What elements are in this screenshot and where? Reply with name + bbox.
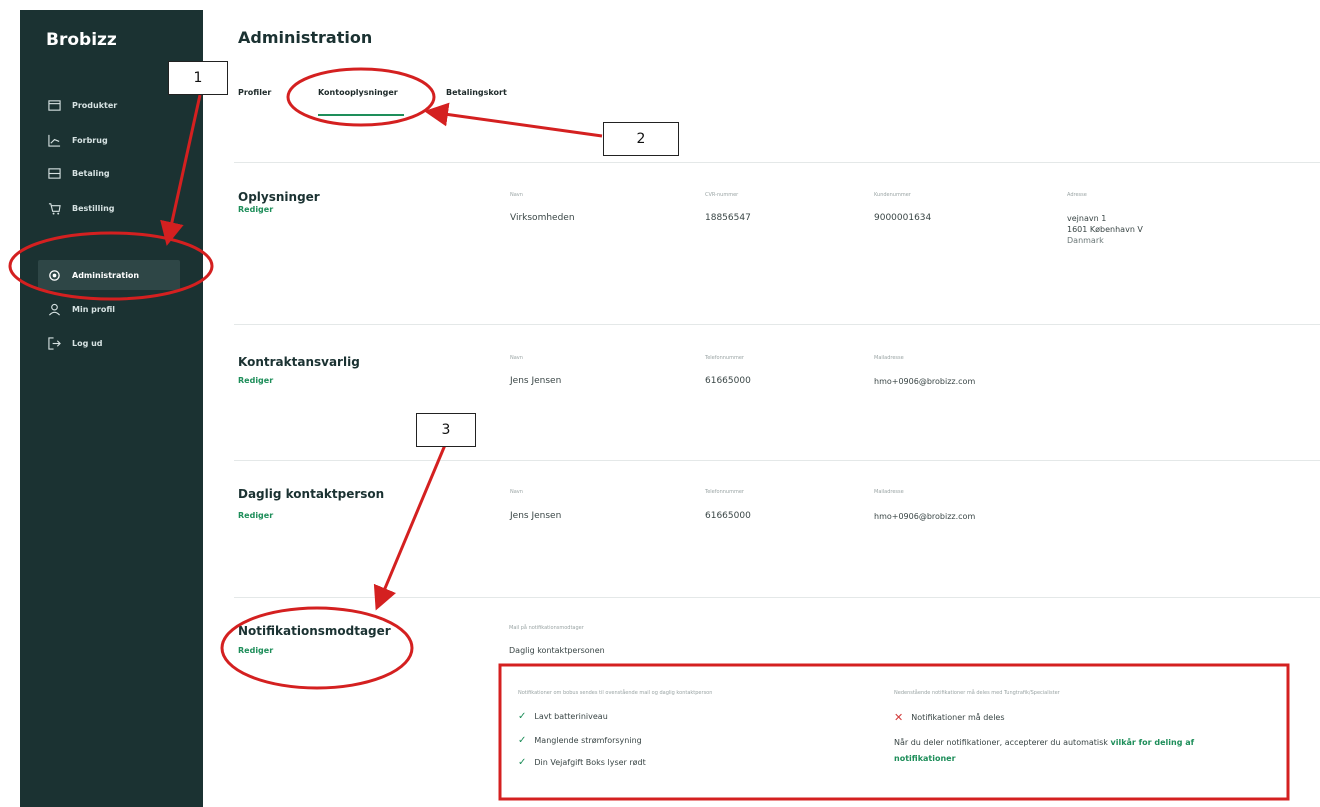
- field-value: 18856547: [705, 213, 751, 223]
- sidebar-item-label: Forbrug: [72, 135, 108, 145]
- notification-item-label: Din Vejafgift Boks lyser rødt: [534, 758, 646, 767]
- sidebar-item-label: Log ud: [72, 338, 103, 348]
- divider: [234, 324, 1320, 325]
- tab-kontooplysninger[interactable]: Kontooplysninger: [318, 88, 398, 97]
- field-value: 61665000: [705, 376, 751, 386]
- notification-item-label: Lavt batteriniveau: [534, 712, 608, 721]
- mail-recipient-value: Daglig kontaktpersonen: [509, 646, 605, 655]
- field-label: Kundenummer: [874, 192, 911, 198]
- address-line: vejnavn 1: [1067, 214, 1107, 223]
- edit-kontraktansvarlig-link[interactable]: Rediger: [238, 376, 273, 385]
- cart-icon: [46, 200, 62, 216]
- wallet-icon: [46, 165, 62, 181]
- sidebar-item-label: Produkter: [72, 100, 118, 110]
- address-line: 1601 København V: [1067, 225, 1143, 234]
- sidebar: Brobizz Produkter Forbrug Betaling Besti…: [20, 10, 203, 807]
- edit-notifikationsmodtager-link[interactable]: Rediger: [238, 646, 273, 655]
- field-label: Mailadresse: [874, 489, 904, 495]
- notification-item: ✓ Lavt batteriniveau: [518, 711, 608, 722]
- field-label: Telefonnummer: [705, 489, 744, 495]
- sidebar-item-label: Bestilling: [72, 203, 115, 213]
- edit-oplysninger-link[interactable]: Rediger: [238, 205, 273, 214]
- sharing-label: Nedenstående notifikationer må deles med…: [894, 690, 1060, 696]
- field-label: CVR-nummer: [705, 192, 739, 198]
- notification-item: ✓ Din Vejafgift Boks lyser rødt: [518, 757, 646, 768]
- field-label: Navn: [510, 489, 523, 495]
- sidebar-item-produkter[interactable]: Produkter: [38, 90, 180, 120]
- chart-icon: [46, 132, 62, 148]
- annotation-callout-2: 2: [603, 122, 679, 156]
- field-value: hmo+0906@brobizz.com: [874, 512, 976, 521]
- sidebar-item-log-ud[interactable]: Log ud: [38, 328, 180, 358]
- field-value: 9000001634: [874, 213, 932, 223]
- user-icon: [46, 301, 62, 317]
- section-title-notifikationsmodtager: Notifikationsmodtager: [238, 624, 391, 638]
- check-icon: ✓: [518, 711, 527, 722]
- tab-profiler[interactable]: Profiler: [238, 88, 271, 97]
- notification-item-label: Manglende strømforsyning: [534, 736, 642, 745]
- annotation-ellipse: [286, 67, 436, 127]
- edit-daglig-kontaktperson-link[interactable]: Rediger: [238, 511, 273, 520]
- notification-settings-box: [500, 665, 1288, 799]
- check-icon: ✓: [518, 735, 527, 746]
- tab-betalingskort[interactable]: Betalingskort: [446, 88, 507, 97]
- sidebar-item-administration[interactable]: Administration: [38, 260, 180, 290]
- section-title-kontraktansvarlig: Kontraktansvarlig: [238, 355, 360, 369]
- logout-icon: [46, 335, 62, 351]
- notification-item: ✓ Manglende strømforsyning: [518, 735, 642, 746]
- field-value: Virksomheden: [510, 213, 575, 223]
- page-title: Administration: [238, 28, 373, 47]
- notification-list-label: Notifikationer om bobus sendes til ovens…: [518, 690, 713, 696]
- card-icon: [46, 97, 62, 113]
- field-label: Navn: [510, 192, 523, 198]
- field-value: hmo+0906@brobizz.com: [874, 377, 976, 386]
- annotation-callout-1: 1: [168, 61, 228, 95]
- sidebar-item-bestilling[interactable]: Bestilling: [38, 193, 180, 223]
- divider: [234, 597, 1320, 598]
- divider: [234, 460, 1320, 461]
- divider: [234, 162, 1320, 163]
- field-value: Jens Jensen: [510, 376, 562, 386]
- mail-recipient-label: Mail på notifikationsmodtager: [509, 625, 584, 631]
- field-label: Telefonnummer: [705, 355, 744, 361]
- gear-icon: [46, 267, 62, 283]
- check-icon: ✓: [518, 757, 527, 768]
- field-value: 61665000: [705, 511, 751, 521]
- field-label: Navn: [510, 355, 523, 361]
- sidebar-item-betaling[interactable]: Betaling: [38, 158, 180, 188]
- cross-icon: ✕: [894, 711, 904, 724]
- field-value: Jens Jensen: [510, 511, 562, 521]
- active-tab-indicator: [318, 114, 404, 116]
- annotation-arrow: [373, 444, 447, 611]
- consent-text-body: Når du deler notifikationer, accepterer …: [894, 738, 1108, 747]
- sidebar-item-forbrug[interactable]: Forbrug: [38, 125, 180, 155]
- sidebar-item-label: Administration: [72, 270, 140, 280]
- consent-text: Når du deler notifikationer, accepterer …: [894, 735, 1254, 767]
- address-line: Danmark: [1067, 236, 1104, 245]
- field-label: Adresse: [1067, 192, 1087, 198]
- annotation-callout-3: 3: [416, 413, 476, 447]
- section-title-daglig-kontaktperson: Daglig kontaktperson: [238, 487, 385, 501]
- brand-logo[interactable]: Brobizz: [46, 30, 117, 50]
- sharing-status: ✕ Notifikationer må deles: [894, 711, 1005, 724]
- section-title-oplysninger: Oplysninger: [238, 190, 320, 204]
- field-label: Mailadresse: [874, 355, 904, 361]
- annotation-arrow: [424, 102, 603, 138]
- sidebar-item-min-profil[interactable]: Min profil: [38, 294, 180, 324]
- sidebar-item-label: Min profil: [72, 304, 116, 314]
- sharing-status-label: Notifikationer må deles: [911, 713, 1005, 722]
- sidebar-item-label: Betaling: [72, 168, 110, 178]
